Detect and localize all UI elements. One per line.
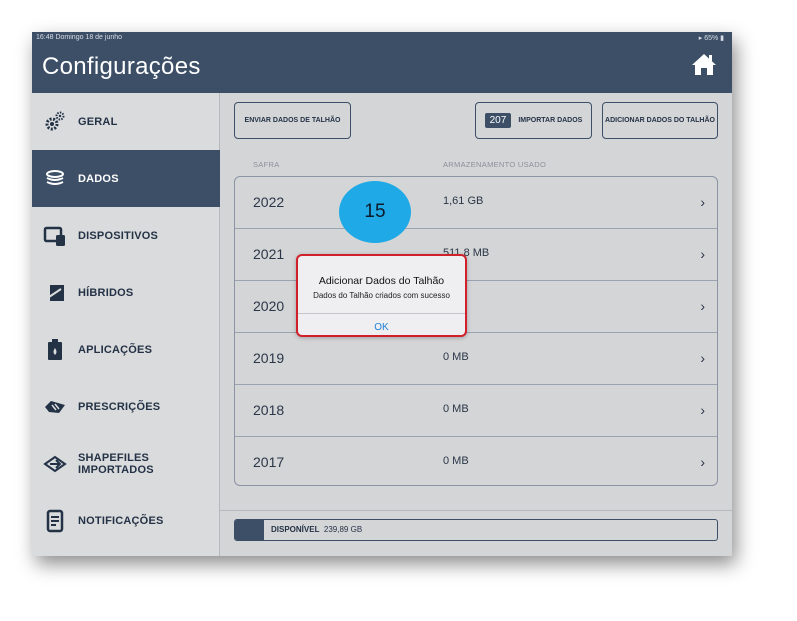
storage-text: DISPONÍVEL 239,89 GB: [271, 525, 362, 534]
add-field-data-button[interactable]: ADICIONAR DADOS DO TALHÃO: [602, 102, 718, 139]
sidebar-item-notificacoes[interactable]: NOTIFICAÇÕES: [32, 492, 220, 549]
season-year: 2018: [253, 402, 285, 418]
status-battery: ▸ 65% ▮: [698, 35, 724, 42]
sidebar-item-dispositivos[interactable]: DISPOSITIVOS: [32, 207, 220, 264]
sidebar-item-geral[interactable]: GERAL: [32, 93, 220, 150]
page-title: Configurações: [42, 53, 201, 80]
import-data-label: IMPORTAR DADOS: [518, 117, 583, 124]
column-header-season: SAFRA: [253, 160, 280, 169]
chevron-right-icon: ›: [700, 454, 705, 470]
devices-icon: [43, 224, 67, 248]
storage-value: 239,89 GB: [323, 525, 363, 534]
chevron-right-icon: ›: [700, 194, 705, 210]
season-year: 2017: [253, 454, 285, 470]
sidebar-item-dados[interactable]: DADOS: [32, 150, 220, 207]
import-count-badge: 207: [484, 113, 512, 128]
season-year: 2020: [253, 298, 285, 314]
season-year: 2021: [253, 246, 285, 262]
shapefile-icon: [43, 452, 67, 476]
notification-icon: [43, 509, 67, 533]
dialog-title: Adicionar Dados do Talhão: [318, 275, 445, 287]
chevron-right-icon: ›: [700, 402, 705, 418]
chevron-right-icon: ›: [700, 350, 705, 366]
sidebar-item-aplicacoes[interactable]: APLICAÇÕES: [32, 321, 220, 378]
table-row[interactable]: 2018 0 MB ›: [235, 385, 717, 437]
storage-size: 0 MB: [443, 403, 469, 415]
sidebar-item-hibridos[interactable]: HÍBRIDOS: [32, 264, 220, 321]
application-icon: [43, 338, 67, 362]
step-callout: 15: [339, 181, 411, 243]
sidebar-item-label: HÍBRIDOS: [78, 286, 134, 299]
table-row[interactable]: 2019 0 MB ›: [235, 333, 717, 385]
home-icon[interactable]: [691, 52, 717, 76]
dialog-divider: [298, 313, 465, 314]
battery-level: 65%: [704, 35, 719, 42]
sidebar-item-label: DISPOSITIVOS: [78, 229, 159, 242]
storage-used-fill: [235, 520, 264, 540]
storage-bar: DISPONÍVEL 239,89 GB: [234, 519, 718, 541]
sidebar-item-shapefiles[interactable]: SHAPEFILES IMPORTADOS: [32, 435, 220, 492]
storage-size: 0 MB: [443, 351, 469, 363]
season-year: 2019: [253, 350, 285, 366]
chevron-right-icon: ›: [700, 246, 705, 262]
sidebar-item-label: GERAL: [78, 115, 118, 128]
storage-size: 0 MB: [443, 455, 469, 467]
table-row[interactable]: 2022 1,61 GB ›: [235, 177, 717, 229]
database-icon: [43, 167, 67, 191]
chevron-right-icon: ›: [700, 298, 705, 314]
hybrid-icon: [43, 281, 67, 305]
dialog-message: Dados do Talhão criados com sucesso: [313, 291, 450, 300]
divider: [220, 510, 732, 511]
sidebar-item-label: NOTIFICAÇÕES: [78, 514, 164, 527]
header-bar: 16:48 Domingo 18 de junho ▸ 65% ▮ Config…: [32, 32, 732, 93]
column-header-storage: ARMAZENAMENTO USADO: [443, 160, 547, 169]
storage-label: DISPONÍVEL: [271, 525, 320, 534]
sidebar-item-label: PRESCRIÇÕES: [78, 400, 161, 413]
alert-dialog: Adicionar Dados do Talhão Dados do Talhã…: [296, 254, 467, 337]
storage-size: 1,61 GB: [443, 195, 484, 207]
send-field-data-button[interactable]: ENVIAR DADOS DE TALHÃO: [234, 102, 351, 139]
status-time-date: 16:48 Domingo 18 de junho: [36, 34, 123, 41]
sidebar-item-label: APLICAÇÕES: [78, 343, 153, 356]
gears-icon: [43, 110, 67, 134]
sidebar-item-label: DADOS: [78, 172, 119, 185]
prescription-icon: [43, 395, 67, 419]
sidebar-item-label: SHAPEFILES IMPORTADOS: [78, 451, 154, 476]
season-year: 2022: [253, 194, 285, 210]
ok-button[interactable]: OK: [298, 322, 465, 333]
table-row[interactable]: 2017 0 MB ›: [235, 437, 717, 485]
import-data-button[interactable]: 207 IMPORTAR DADOS: [475, 102, 592, 139]
sidebar: GERAL DADOS DISPOSITIVOS HÍBRIDOS APLICA…: [32, 93, 220, 556]
sidebar-item-prescricoes[interactable]: PRESCRIÇÕES: [32, 378, 220, 435]
